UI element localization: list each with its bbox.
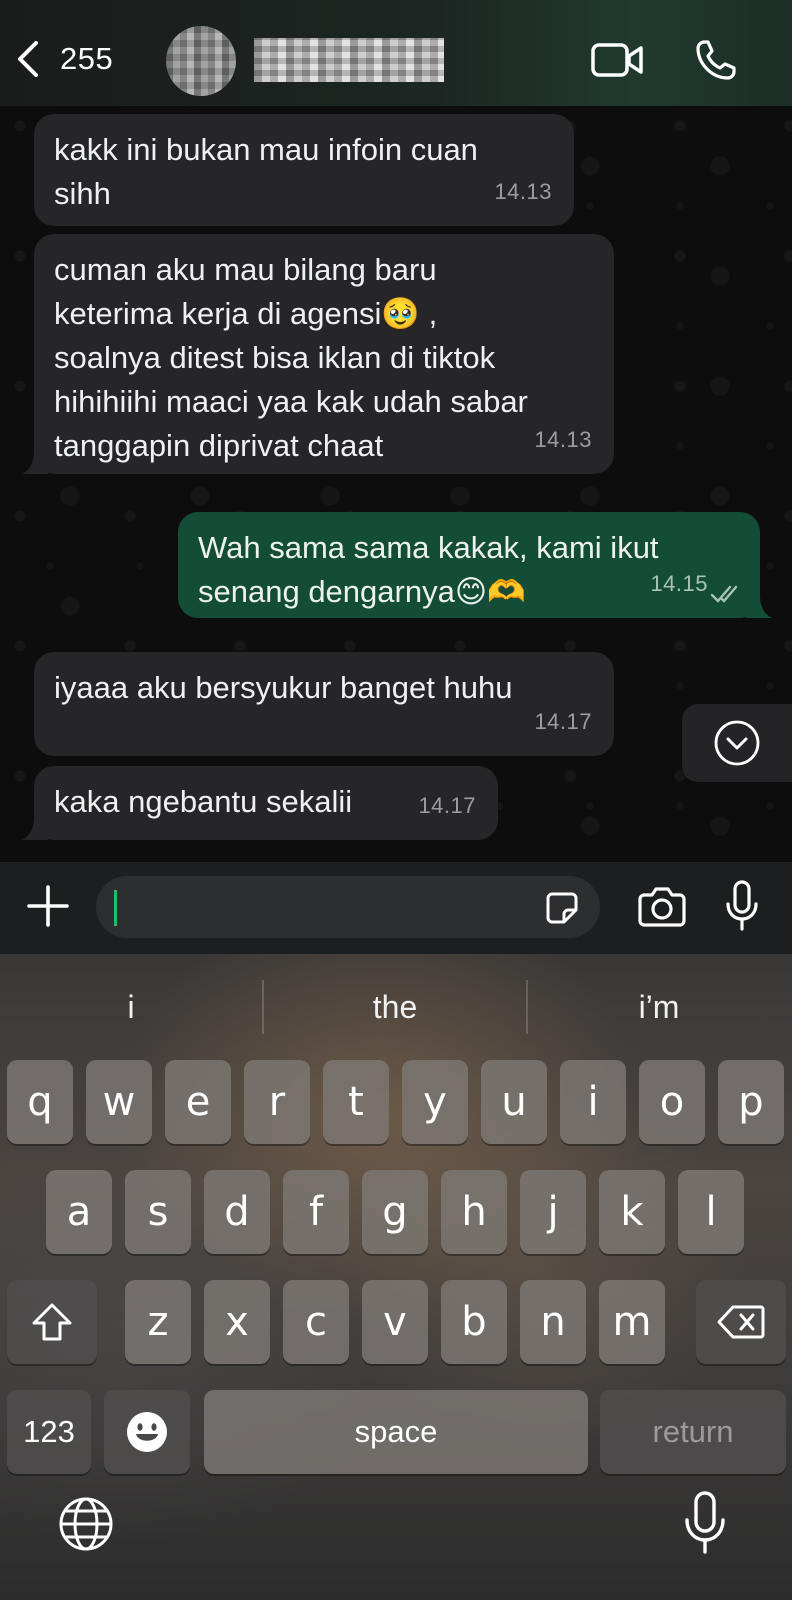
key-i[interactable]: i [560,1060,626,1144]
on-screen-keyboard: i the i’m q w e r t y u i o p a s d f g … [0,954,792,1600]
attach-button[interactable] [20,878,76,934]
bubble-tail [22,452,48,474]
message-bubble-incoming[interactable]: kakk ini bukan mau infoin cuan sihh 14.1… [34,114,574,226]
chevron-down-circle-icon [714,720,760,766]
message-text: kakk ini bukan mau infoin cuan sihh [54,132,478,211]
message-time: 14.15 [650,571,708,596]
key-t[interactable]: t [323,1060,389,1144]
key-n[interactable]: n [520,1280,586,1364]
shift-key[interactable] [7,1280,97,1364]
message-input[interactable] [96,876,600,938]
key-y[interactable]: y [402,1060,468,1144]
key-p[interactable]: p [718,1060,784,1144]
message-time: 14.17 [418,793,476,818]
key-s[interactable]: s [125,1170,191,1254]
message-bubble-incoming[interactable]: iyaaa aku bersyukur banget huhu 14.17 [34,652,614,756]
key-z[interactable]: z [125,1280,191,1364]
key-b[interactable]: b [441,1280,507,1364]
phone-icon [696,40,736,80]
key-d[interactable]: d [204,1170,270,1254]
video-icon [591,43,643,77]
text-caret [114,890,117,926]
back-button[interactable]: 255 [14,36,134,82]
plus-icon [27,885,69,927]
key-o[interactable]: o [639,1060,705,1144]
message-bubble-incoming[interactable]: cuman aku mau bilang baru keterima kerja… [22,234,614,474]
read-receipt-icon [710,585,738,603]
composer-bar [0,862,792,954]
key-m[interactable]: m [599,1280,665,1364]
message-text: cuman aku mau bilang baru keterima kerja… [54,252,528,463]
suggestion-3[interactable]: i’m [528,982,790,1032]
message-time: 14.17 [534,709,592,734]
key-v[interactable]: v [362,1280,428,1364]
return-key[interactable]: return [600,1390,786,1474]
key-h[interactable]: h [441,1170,507,1254]
bubble-tail [746,596,772,618]
key-c[interactable]: c [283,1280,349,1364]
microphone-icon [726,880,758,931]
video-call-button[interactable] [590,36,646,84]
backspace-icon [717,1305,765,1339]
chevron-left-icon [18,41,38,77]
message-list[interactable]: kakk ini bukan mau infoin cuan sihh 14.1… [0,106,792,862]
key-x[interactable]: x [204,1280,270,1364]
message-bubble-outgoing[interactable]: Wah sama sama kakak, kami ikut senang de… [178,512,772,618]
emoji-key[interactable] [104,1390,190,1474]
key-w[interactable]: w [86,1060,152,1144]
sticker-icon[interactable] [542,888,582,928]
space-key[interactable]: space [204,1390,588,1474]
unread-count: 255 [60,41,114,76]
camera-icon [638,887,686,927]
message-time: 14.13 [534,427,592,452]
message-text: kaka ngebantu sekalii [54,784,353,819]
globe-icon[interactable] [56,1494,116,1554]
key-j[interactable]: j [520,1170,586,1254]
emoji-icon [127,1412,167,1452]
key-g[interactable]: g [362,1170,428,1254]
key-l[interactable]: l [678,1170,744,1254]
camera-button[interactable] [636,880,688,932]
contact-avatar[interactable] [166,26,236,96]
voice-message-button[interactable] [722,878,762,934]
chat-header: 255 [0,0,792,106]
bubble-tail [22,818,48,840]
contact-name-redacted[interactable] [254,38,444,82]
message-text: iyaaa aku bersyukur banget huhu [54,670,513,705]
key-u[interactable]: u [481,1060,547,1144]
suggestion-2[interactable]: the [264,982,526,1032]
key-f[interactable]: f [283,1170,349,1254]
suggestion-1[interactable]: i [0,982,262,1032]
shift-icon [32,1303,72,1341]
key-e[interactable]: e [165,1060,231,1144]
scroll-to-bottom-button[interactable] [682,704,792,782]
dictation-mic-icon[interactable] [682,1490,728,1556]
key-k[interactable]: k [599,1170,665,1254]
numbers-key[interactable]: 123 [7,1390,91,1474]
key-q[interactable]: q [7,1060,73,1144]
backspace-key[interactable] [696,1280,786,1364]
key-a[interactable]: a [46,1170,112,1254]
message-time: 14.13 [494,179,552,204]
message-bubble-incoming[interactable]: kaka ngebantu sekalii 14.17 [22,766,498,840]
key-r[interactable]: r [244,1060,310,1144]
voice-call-button[interactable] [688,36,744,84]
